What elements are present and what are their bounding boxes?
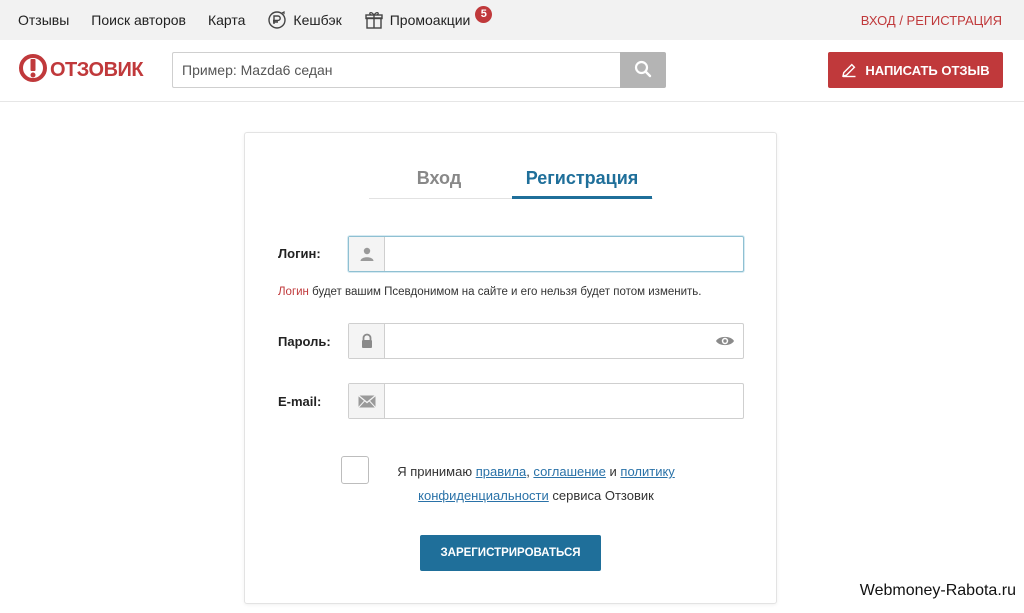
cashback-icon	[267, 10, 287, 30]
login-input[interactable]	[385, 237, 743, 271]
logo-emblem-icon	[18, 53, 48, 88]
gift-icon	[364, 10, 384, 30]
write-review-button[interactable]: Написать отзыв	[828, 52, 1003, 88]
nav-item-promotions[interactable]: Промоакции 5	[364, 5, 493, 30]
site-header: ОТЗОВИК Написать отзыв	[0, 40, 1024, 102]
search-button[interactable]	[620, 52, 666, 88]
search-bar	[172, 52, 666, 88]
show-password-eye-icon[interactable]	[707, 324, 743, 358]
tab-register[interactable]: Регистрация	[512, 163, 652, 199]
promotions-count-badge: 5	[475, 5, 493, 23]
nav-item-promotions-label: Промоакции	[389, 12, 471, 28]
register-submit-button[interactable]: Зарегистрироваться	[420, 535, 601, 571]
lock-icon	[349, 324, 385, 358]
password-field	[348, 323, 744, 359]
login-field	[348, 236, 744, 272]
email-input[interactable]	[385, 384, 743, 418]
email-field	[348, 383, 744, 419]
agree-separator-2: и	[605, 464, 621, 479]
login-hint: Логин будет вашим Псевдонимом на сайте и…	[278, 286, 701, 298]
login-hint-text: будет вашим Псевдонимом на сайте и его н…	[308, 286, 702, 298]
tab-login[interactable]: Вход	[369, 163, 509, 199]
agreement-text: Я принимаю правила, соглашение и политик…	[376, 460, 696, 508]
pencil-icon	[841, 62, 857, 78]
password-label: Пароль:	[278, 334, 331, 349]
nav-item-author-search[interactable]: Поиск авторов	[91, 12, 186, 28]
agree-prefix: Я принимаю	[397, 464, 476, 479]
user-icon	[349, 237, 385, 271]
search-input[interactable]	[172, 52, 620, 88]
nav-item-cashback-label: Кешбэк	[293, 12, 342, 28]
auth-tabs: Вход Регистрация	[369, 163, 653, 199]
site-logo[interactable]: ОТЗОВИК	[18, 53, 144, 88]
search-icon	[634, 60, 652, 81]
logo-text: ОТЗОВИК	[50, 58, 144, 81]
nav-item-reviews[interactable]: Отзывы	[18, 12, 69, 28]
login-label: Логин:	[278, 246, 321, 261]
envelope-icon	[349, 384, 385, 418]
login-register-link[interactable]: Вход / Регистрация	[861, 0, 1002, 40]
login-hint-highlight: Логин	[278, 286, 309, 298]
email-label: E-mail:	[278, 394, 322, 409]
agree-suffix: сервиса Отзовик	[548, 488, 654, 503]
password-input[interactable]	[385, 324, 707, 358]
auth-card: Вход Регистрация Логин: Логин будет ваши…	[244, 132, 777, 604]
agreement-link[interactable]: соглашение	[533, 464, 605, 479]
rules-link[interactable]: правила	[476, 464, 526, 479]
watermark-text: Webmoney-Rabota.ru	[859, 582, 1016, 599]
write-review-label: Написать отзыв	[865, 62, 990, 78]
agree-checkbox[interactable]	[341, 456, 369, 484]
top-navigation: Отзывы Поиск авторов Карта Кешбэк Промоа…	[0, 0, 1024, 40]
nav-item-cashback[interactable]: Кешбэк	[267, 10, 342, 30]
nav-item-map[interactable]: Карта	[208, 12, 245, 28]
